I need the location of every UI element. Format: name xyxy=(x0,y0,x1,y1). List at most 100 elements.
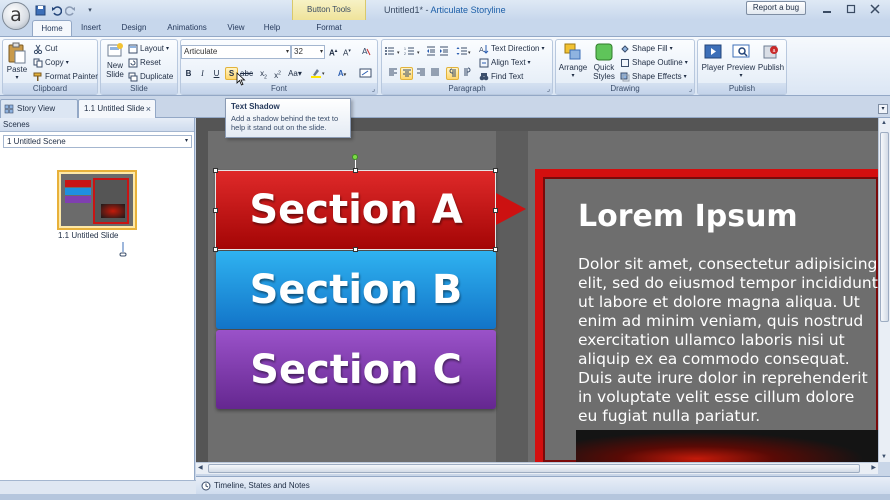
align-text-button[interactable]: Align Text ▾ xyxy=(479,57,531,69)
redo-icon[interactable] xyxy=(64,4,76,16)
timeline-panel-toggle[interactable]: Timeline, States and Notes xyxy=(196,476,890,494)
font-size-dropdown-icon[interactable]: ▾ xyxy=(320,46,323,58)
justify-button[interactable] xyxy=(428,67,441,80)
align-left-button[interactable] xyxy=(386,67,399,80)
resize-handle-right[interactable] xyxy=(493,208,498,213)
text-highlight-button[interactable]: ▾ xyxy=(309,67,327,80)
increase-indent-button[interactable] xyxy=(439,45,449,57)
content-body-text[interactable]: Dolor sit amet, consectetur adipisicing … xyxy=(578,255,878,426)
arrange-button[interactable]: Arrange ▾ xyxy=(558,42,588,79)
clear-formatting-button[interactable]: A xyxy=(361,45,371,57)
duplicate-button[interactable]: Duplicate xyxy=(128,71,173,83)
section-a-button[interactable]: Section A xyxy=(216,170,496,250)
font-name-combobox[interactable]: Articulate ▾ xyxy=(181,45,291,59)
resize-handle-bottom[interactable] xyxy=(353,247,358,252)
scroll-left-icon[interactable]: ◀ xyxy=(198,464,203,471)
text-direction-dropdown-icon[interactable]: ▾ xyxy=(541,43,544,55)
copy-dropdown-icon[interactable]: ▾ xyxy=(66,57,69,69)
arrange-dropdown-icon[interactable]: ▾ xyxy=(558,72,588,79)
content-title[interactable]: Lorem Ipsum xyxy=(578,199,798,234)
clear-text-style-button[interactable] xyxy=(357,67,373,80)
resize-handle-left[interactable] xyxy=(213,208,218,213)
quick-styles-button[interactable]: Quick Styles xyxy=(590,42,618,81)
report-bug-button[interactable]: Report a bug xyxy=(746,1,806,15)
vertical-scrollbar[interactable]: ▲ ▼ xyxy=(878,118,890,462)
maximize-icon[interactable] xyxy=(840,2,862,16)
align-right-button[interactable] xyxy=(414,67,427,80)
tab-home[interactable]: Home xyxy=(32,20,72,36)
cut-button[interactable]: Cut xyxy=(33,43,57,55)
paste-dropdown-icon[interactable]: ▾ xyxy=(5,74,29,81)
line-spacing-button[interactable]: ▾ xyxy=(456,45,474,57)
decrease-indent-button[interactable] xyxy=(426,45,436,57)
find-text-button[interactable]: Find Text xyxy=(479,71,523,83)
resize-handle-bottom-left[interactable] xyxy=(213,247,218,252)
slide-tab[interactable]: 1.1 Untitled Slide × xyxy=(78,99,156,118)
rotation-handle[interactable] xyxy=(352,154,358,160)
resize-handle-bottom-right[interactable] xyxy=(493,247,498,252)
change-case-button[interactable]: Aa▾ xyxy=(286,67,304,80)
superscript-button[interactable]: x2 xyxy=(271,67,284,80)
slide-stage[interactable]: Section A Section B Section C Lorem Ipsu… xyxy=(208,131,878,462)
content-image[interactable] xyxy=(576,430,878,462)
save-icon[interactable] xyxy=(34,4,46,16)
format-painter-button[interactable]: Format Painter xyxy=(33,71,98,83)
shrink-font-button[interactable]: A▾ xyxy=(343,46,351,58)
reset-button[interactable]: Reset xyxy=(128,57,161,69)
font-size-combobox[interactable]: 32 ▾ xyxy=(291,45,325,59)
subscript-button[interactable]: x2 xyxy=(257,67,270,81)
scroll-down-icon[interactable]: ▼ xyxy=(881,454,887,460)
tab-animations[interactable]: Animations xyxy=(162,20,212,36)
font-name-dropdown-icon[interactable]: ▾ xyxy=(286,46,289,58)
close-icon[interactable] xyxy=(864,2,886,16)
layout-dropdown-icon[interactable]: ▾ xyxy=(166,43,169,55)
application-menu-button[interactable]: a xyxy=(2,2,30,30)
align-text-dropdown-icon[interactable]: ▾ xyxy=(528,57,531,69)
section-b-button[interactable]: Section B xyxy=(216,251,496,329)
tab-design[interactable]: Design xyxy=(116,20,152,36)
drawing-dialog-launcher-icon[interactable]: ⌟ xyxy=(689,85,692,93)
section-c-button[interactable]: Section C xyxy=(216,330,496,409)
preview-button[interactable]: Preview ▾ xyxy=(726,42,756,79)
horizontal-scrollbar[interactable]: ◀ ▶ xyxy=(196,462,878,474)
close-tab-icon[interactable]: × xyxy=(146,100,151,118)
grow-font-button[interactable]: A▴ xyxy=(329,46,337,58)
preview-dropdown-icon[interactable]: ▾ xyxy=(726,72,756,79)
font-color-button[interactable]: A▾ xyxy=(333,67,351,80)
italic-button[interactable]: I xyxy=(196,67,209,80)
underline-button[interactable]: U xyxy=(210,67,223,80)
tab-insert[interactable]: Insert xyxy=(74,20,108,36)
player-button[interactable]: Player xyxy=(700,42,726,72)
shape-effects-button[interactable]: Shape Effects ▾ xyxy=(620,71,687,83)
tab-list-dropdown-icon[interactable]: ▾ xyxy=(878,104,888,114)
align-center-button[interactable] xyxy=(400,67,413,80)
horizontal-scroll-thumb[interactable] xyxy=(208,464,860,473)
shape-outline-dropdown-icon[interactable]: ▾ xyxy=(685,57,688,69)
slide-canvas[interactable]: Section A Section B Section C Lorem Ipsu… xyxy=(196,118,878,462)
vertical-scroll-thumb[interactable] xyxy=(880,132,889,322)
scene-dropdown[interactable]: 1 Untitled Scene ▾ xyxy=(3,135,192,148)
shape-fill-button[interactable]: Shape Fill ▾ xyxy=(620,43,673,55)
font-dialog-launcher-icon[interactable]: ⌟ xyxy=(372,85,375,93)
bullets-button[interactable]: ▾ xyxy=(384,45,404,57)
scene-dropdown-arrow-icon[interactable]: ▾ xyxy=(185,136,188,147)
scroll-up-icon[interactable]: ▲ xyxy=(881,120,887,126)
shape-fill-dropdown-icon[interactable]: ▾ xyxy=(670,43,673,55)
shape-outline-button[interactable]: Shape Outline ▾ xyxy=(620,57,688,69)
text-direction-button[interactable]: A Text Direction ▾ xyxy=(479,43,544,55)
copy-button[interactable]: Copy ▾ xyxy=(33,57,69,69)
slide-thumbnail[interactable] xyxy=(57,170,137,230)
text-direction-ltr-button[interactable] xyxy=(446,67,459,80)
shape-effects-dropdown-icon[interactable]: ▾ xyxy=(684,71,687,83)
resize-handle-top-left[interactable] xyxy=(213,168,218,173)
layout-button[interactable]: Layout ▾ xyxy=(128,43,169,55)
minimize-icon[interactable] xyxy=(816,2,838,16)
bold-button[interactable]: B xyxy=(182,67,195,80)
paste-button[interactable]: Paste ▾ xyxy=(5,42,29,81)
tab-view[interactable]: View xyxy=(222,20,250,36)
publish-button[interactable]: a Publish xyxy=(756,42,786,72)
resize-handle-top[interactable] xyxy=(353,168,358,173)
text-direction-rtl-button[interactable] xyxy=(460,67,473,80)
scroll-right-icon[interactable]: ▶ xyxy=(871,464,876,471)
new-slide-button[interactable]: New Slide xyxy=(103,42,127,79)
